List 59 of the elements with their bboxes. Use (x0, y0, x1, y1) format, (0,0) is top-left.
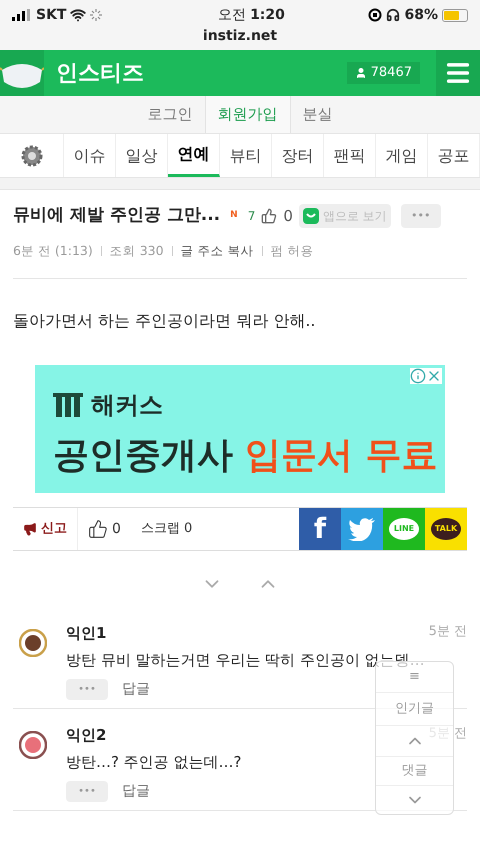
account-link[interactable]: 로그인 (136, 96, 204, 133)
rotation-lock-icon (368, 8, 382, 22)
post-meta: 6분 전 (1:13) (13, 242, 93, 260)
account-link[interactable]: 회원가입 (204, 96, 290, 133)
post-body: 돌아가면서 하는 주인공이라면 뭐라 안해.. (13, 310, 317, 332)
category-tab[interactable]: 공포 (428, 134, 480, 177)
comment-count: 7 (248, 208, 256, 225)
like-button[interactable]: 0 (78, 508, 131, 550)
comment-text: 방탄…? 주인공 없는데…? (66, 752, 242, 772)
settings-icon[interactable] (20, 144, 44, 168)
category-tab[interactable]: 일상 (116, 134, 168, 177)
url-text: instiz.net (202, 28, 278, 44)
ad-brand: 해커스 (91, 390, 163, 421)
avatar-icon (19, 629, 47, 657)
reply-button[interactable]: 답글 (122, 679, 150, 700)
signal-icon (12, 9, 32, 21)
comment-author: 익인1 (66, 623, 106, 644)
category-tab[interactable]: 팬픽 (324, 134, 376, 177)
scrap-button[interactable]: 스크랩 0 (130, 508, 202, 550)
comment-author: 익인2 (66, 725, 106, 746)
comment-time: 5분 전 (428, 623, 467, 641)
battery-icon (442, 8, 468, 22)
post-title: 뮤비에 제발 주인공 그만... (13, 204, 220, 228)
twitter-share-button[interactable] (341, 508, 383, 550)
avatar-icon (19, 731, 47, 759)
clock-time: 1:20 (250, 6, 285, 24)
info-icon[interactable] (410, 368, 426, 384)
category-tab[interactable]: 뷰티 (220, 134, 272, 177)
time-prefix: 오전 (218, 6, 246, 24)
site-name: 인스티즈 (56, 60, 144, 88)
new-label: N (230, 209, 238, 222)
smile-icon (302, 208, 319, 224)
menu-button[interactable] (436, 50, 480, 96)
ad-banner[interactable]: 해커스 공인중개사 입문서 무료 (35, 365, 445, 493)
user-icon (354, 67, 367, 79)
like-icon (261, 208, 278, 224)
ad-highlight: 입문서 무료 (245, 434, 438, 478)
category-tab[interactable]: 게임 (376, 134, 428, 177)
reply-button[interactable]: 답글 (122, 781, 150, 802)
like-count: 0 (283, 206, 293, 227)
report-button[interactable]: 신고 (13, 508, 78, 550)
carrier-name: SKT (36, 6, 66, 24)
facebook-share-button[interactable]: f (299, 508, 341, 550)
account-link[interactable]: 분실 (290, 96, 344, 133)
copy-link[interactable]: 글 주소 복사 (180, 242, 254, 260)
battery-percent: 68% (404, 6, 438, 24)
kakao-share-button[interactable]: TALK (425, 508, 467, 550)
loading-icon (90, 9, 102, 21)
megaphone-icon (23, 522, 37, 536)
wifi-icon (70, 7, 86, 23)
category-tab[interactable]: 이슈 (64, 134, 116, 177)
hackers-logo-icon (53, 393, 83, 417)
ad-headline: 공인중개사 (53, 434, 233, 478)
bird-icon (348, 517, 376, 541)
category-tab[interactable]: 장터 (272, 134, 324, 177)
like-icon (88, 519, 108, 539)
headphones-icon (386, 8, 400, 22)
post-meta: 조회 330 (110, 242, 164, 260)
post-meta: 펌 허용 (270, 242, 314, 260)
